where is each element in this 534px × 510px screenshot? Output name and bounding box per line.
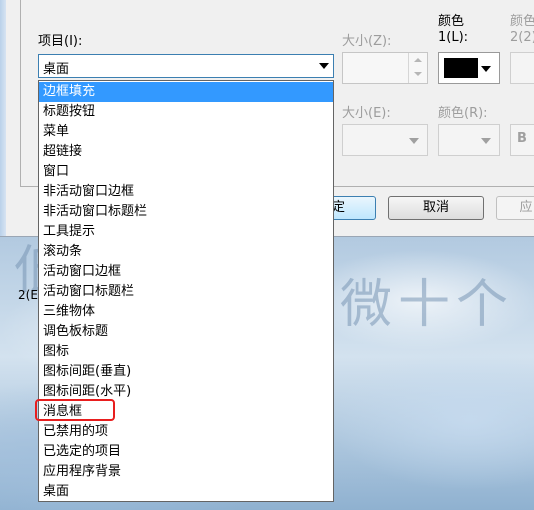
dropdown-item[interactable]: 边框填充 <box>39 82 333 102</box>
dropdown-item[interactable]: 窗口 <box>39 162 333 182</box>
dropdown-item[interactable]: 应用程序背景 <box>39 462 333 482</box>
color1-picker-button[interactable] <box>438 52 500 84</box>
chevron-down-icon <box>319 63 329 69</box>
dropdown-item[interactable]: 桌面 <box>39 482 333 502</box>
spin-down-icon <box>414 72 422 76</box>
item-combobox[interactable]: 桌面 <box>38 54 334 78</box>
window-frame <box>0 0 6 236</box>
color-r-label: 颜色(R): <box>438 106 488 121</box>
dropdown-item[interactable]: 活动窗口标题栏 <box>39 282 333 302</box>
highlight-annotation-box <box>35 399 115 421</box>
size-z-label: 大小(Z): <box>342 34 392 49</box>
color1-label-line1: 颜色 <box>438 14 465 29</box>
font-color-picker-button[interactable] <box>438 124 500 156</box>
chevron-down-icon <box>481 66 491 72</box>
color2-label-line2: 2(2) <box>510 30 534 45</box>
color2-label-line1: 颜色 <box>510 14 534 29</box>
item-combobox-value: 桌面 <box>43 62 70 77</box>
dropdown-item[interactable]: 菜单 <box>39 122 333 142</box>
cancel-button[interactable]: 取消 <box>388 196 484 220</box>
chevron-down-icon <box>409 138 419 144</box>
spin-up-icon <box>414 58 422 62</box>
dropdown-item[interactable]: 超链接 <box>39 142 333 162</box>
dropdown-item[interactable]: 图标 <box>39 342 333 362</box>
chevron-down-icon <box>481 138 491 144</box>
font-size-combobox[interactable] <box>342 124 428 156</box>
apply-button[interactable]: 应 <box>496 196 534 220</box>
spinner-buttons[interactable] <box>408 53 427 83</box>
dropdown-item[interactable]: 三维物体 <box>39 302 333 322</box>
bold-button[interactable]: B <box>510 124 534 156</box>
dropdown-item[interactable]: 滚动条 <box>39 242 333 262</box>
size-e-label: 大小(E): <box>342 106 391 121</box>
dropdown-item[interactable]: 活动窗口边框 <box>39 262 333 282</box>
color2-picker-button[interactable] <box>510 52 534 84</box>
item-label: 项目(I): <box>38 34 83 49</box>
background-text-right: 微十个 <box>340 275 515 335</box>
dropdown-item[interactable]: 已选定的项目 <box>39 442 333 462</box>
dropdown-item[interactable]: 已禁用的项 <box>39 422 333 442</box>
item-dropdown-list: 边框填充 标题按钮 菜单 超链接 窗口 非活动窗口边框 非活动窗口标题栏 工具提… <box>38 80 334 502</box>
dropdown-item[interactable]: 图标间距(垂直) <box>39 362 333 382</box>
background-label: 2(E <box>18 288 38 302</box>
size-z-spinner[interactable] <box>342 52 428 84</box>
dropdown-item[interactable]: 非活动窗口边框 <box>39 182 333 202</box>
dropdown-item[interactable]: 标题按钮 <box>39 102 333 122</box>
color1-label-line2: 1(L): <box>438 30 469 45</box>
dropdown-item[interactable]: 调色板标题 <box>39 322 333 342</box>
color1-swatch <box>444 58 478 78</box>
dropdown-item[interactable]: 工具提示 <box>39 222 333 242</box>
dropdown-item[interactable]: 非活动窗口标题栏 <box>39 202 333 222</box>
